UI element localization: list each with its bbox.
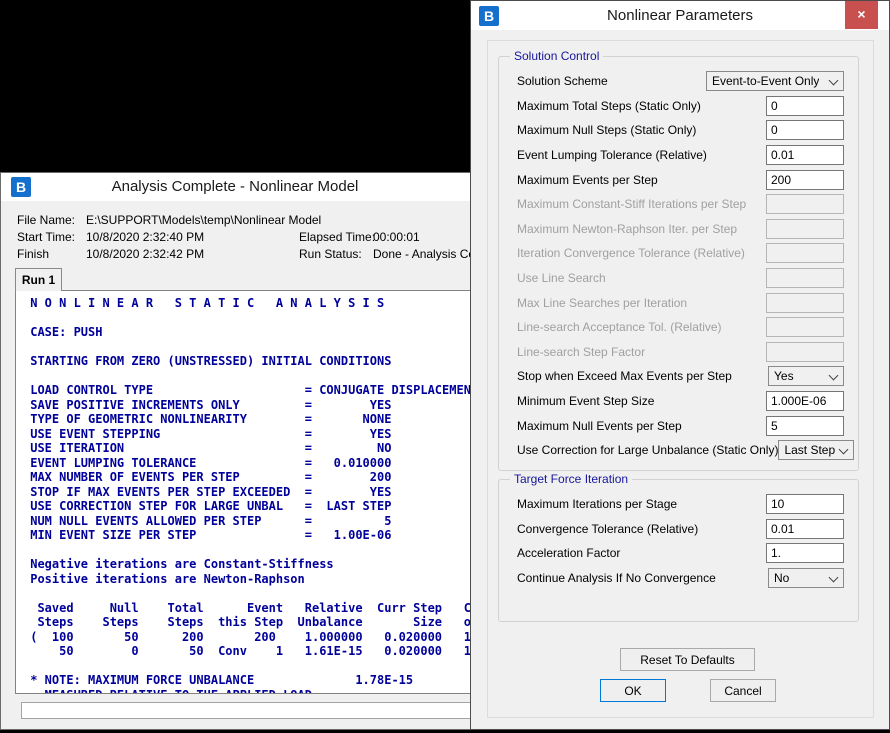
param-dropdown[interactable]: Event-to-Event Only bbox=[706, 71, 844, 92]
param-label: Maximum Iterations per Stage bbox=[517, 497, 678, 512]
param-input bbox=[766, 268, 844, 289]
file-name-label: File Name: bbox=[17, 213, 76, 227]
param-row: Line-search Acceptance Tol. (Relative) bbox=[499, 315, 858, 340]
param-label: Event Lumping Tolerance (Relative) bbox=[517, 148, 707, 163]
param-input bbox=[766, 218, 844, 239]
chevron-down-icon bbox=[829, 77, 837, 85]
param-label: Line-search Acceptance Tol. (Relative) bbox=[517, 320, 722, 335]
param-label: Use Correction for Large Unbalance (Stat… bbox=[517, 443, 779, 458]
group-label: Solution Control bbox=[510, 49, 604, 63]
param-row: Acceleration Factor bbox=[499, 541, 858, 566]
param-row: Stop when Exceed Max Events per Step Yes bbox=[499, 364, 858, 389]
param-label: Maximum Total Steps (Static Only) bbox=[517, 98, 701, 113]
chevron-down-icon bbox=[829, 574, 837, 582]
dropdown-value: Event-to-Event Only bbox=[712, 74, 820, 89]
param-row: Use Correction for Large Unbalance (Stat… bbox=[499, 438, 858, 463]
param-input[interactable] bbox=[766, 518, 844, 539]
param-label: Continue Analysis If No Convergence bbox=[517, 571, 716, 586]
param-row: Maximum Null Events per Step bbox=[499, 413, 858, 438]
analysis-window-title: Analysis Complete - Nonlinear Model bbox=[111, 178, 359, 195]
group-label: Target Force Iteration bbox=[510, 472, 633, 486]
param-input[interactable] bbox=[766, 391, 844, 412]
param-row: Maximum Events per Step bbox=[499, 167, 858, 192]
param-label: Maximum Events per Step bbox=[517, 172, 658, 187]
dialog-panel: Solution Control Solution Scheme Event-to-… bbox=[487, 40, 874, 718]
chevron-down-icon bbox=[839, 446, 847, 454]
param-input[interactable] bbox=[766, 415, 844, 436]
param-label: Maximum Null Steps (Static Only) bbox=[517, 123, 697, 138]
close-button[interactable]: × bbox=[845, 1, 878, 29]
param-input[interactable] bbox=[766, 145, 844, 166]
group-target-force-iteration: Target Force Iteration Maximum Iterations… bbox=[498, 472, 859, 622]
start-time-label: Start Time: bbox=[17, 230, 76, 244]
param-input[interactable] bbox=[766, 120, 844, 141]
param-dropdown[interactable]: Last Step bbox=[778, 440, 855, 461]
reset-to-defaults-button[interactable]: Reset To Defaults bbox=[620, 648, 755, 671]
param-label: Solution Scheme bbox=[517, 74, 608, 89]
param-label: Maximum Null Events per Step bbox=[517, 418, 682, 433]
param-row: Maximum Null Steps (Static Only) bbox=[499, 118, 858, 143]
param-row: Maximum Iterations per Stage bbox=[499, 492, 858, 517]
param-row: Maximum Total Steps (Static Only) bbox=[499, 94, 858, 119]
dialog-titlebar[interactable]: B Nonlinear Parameters × bbox=[471, 1, 889, 30]
param-label: Maximum Constant-Stiff Iterations per St… bbox=[517, 197, 747, 212]
param-label: Iteration Convergence Tolerance (Relativ… bbox=[517, 246, 745, 261]
param-input[interactable] bbox=[766, 169, 844, 190]
param-row: Max Line Searches per Iteration bbox=[499, 290, 858, 315]
param-label: Use Line Search bbox=[517, 271, 606, 286]
param-label: Stop when Exceed Max Events per Step bbox=[517, 369, 732, 384]
dialog-title: Nonlinear Parameters bbox=[607, 7, 753, 24]
param-label: Minimum Event Step Size bbox=[517, 394, 655, 409]
param-input bbox=[766, 243, 844, 264]
ok-button[interactable]: OK bbox=[600, 679, 666, 702]
finish-time-label: Finish bbox=[17, 247, 50, 261]
param-label: Line-search Step Factor bbox=[517, 344, 646, 359]
cancel-button[interactable]: Cancel bbox=[710, 679, 776, 702]
param-label: Maximum Newton-Raphson Iter. per Step bbox=[517, 221, 738, 236]
start-time-value: 10/8/2020 2:32:40 PM bbox=[86, 230, 205, 244]
param-row: Maximum Constant-Stiff Iterations per St… bbox=[499, 192, 858, 217]
dropdown-value: No bbox=[774, 571, 790, 586]
param-row: Convergence Tolerance (Relative) bbox=[499, 517, 858, 542]
param-label: Acceleration Factor bbox=[517, 546, 621, 561]
param-input[interactable] bbox=[766, 543, 844, 564]
param-input[interactable] bbox=[766, 494, 844, 515]
param-row: Continue Analysis If No Convergence No bbox=[499, 566, 858, 591]
nonlinear-parameters-dialog: B Nonlinear Parameters × Solution Contro… bbox=[470, 0, 890, 730]
param-label: Max Line Searches per Iteration bbox=[517, 295, 688, 310]
chevron-down-icon bbox=[829, 372, 837, 380]
param-row: Iteration Convergence Tolerance (Relativ… bbox=[499, 241, 858, 266]
file-name-value: E:\SUPPORT\Models\temp\Nonlinear Model bbox=[86, 213, 322, 227]
run-status-label: Run Status: bbox=[299, 247, 362, 261]
close-icon: × bbox=[857, 6, 866, 22]
param-row: Line-search Step Factor bbox=[499, 340, 858, 365]
param-label: Convergence Tolerance (Relative) bbox=[517, 521, 699, 536]
param-input bbox=[766, 194, 844, 215]
elapsed-time-label: Elapsed Time: bbox=[299, 230, 376, 244]
param-row: Maximum Newton-Raphson Iter. per Step bbox=[499, 217, 858, 242]
param-row: Solution Scheme Event-to-Event Only bbox=[499, 69, 858, 94]
finish-time-value: 10/8/2020 2:32:42 PM bbox=[86, 247, 205, 261]
param-dropdown[interactable]: No bbox=[768, 568, 844, 589]
param-input bbox=[766, 292, 844, 313]
elapsed-time-value: 00:00:01 bbox=[373, 230, 420, 244]
param-row: Event Lumping Tolerance (Relative) bbox=[499, 143, 858, 168]
param-input bbox=[766, 341, 844, 362]
group-solution-control: Solution Control Solution Scheme Event-to-… bbox=[498, 49, 859, 471]
param-input bbox=[766, 317, 844, 338]
tab-run-1[interactable]: Run 1 bbox=[15, 268, 62, 291]
dropdown-value: Yes bbox=[774, 369, 794, 384]
param-input[interactable] bbox=[766, 95, 844, 116]
param-row: Use Line Search bbox=[499, 266, 858, 291]
param-dropdown[interactable]: Yes bbox=[768, 366, 844, 387]
param-row: Minimum Event Step Size bbox=[499, 389, 858, 414]
dropdown-value: Last Step bbox=[784, 443, 836, 458]
